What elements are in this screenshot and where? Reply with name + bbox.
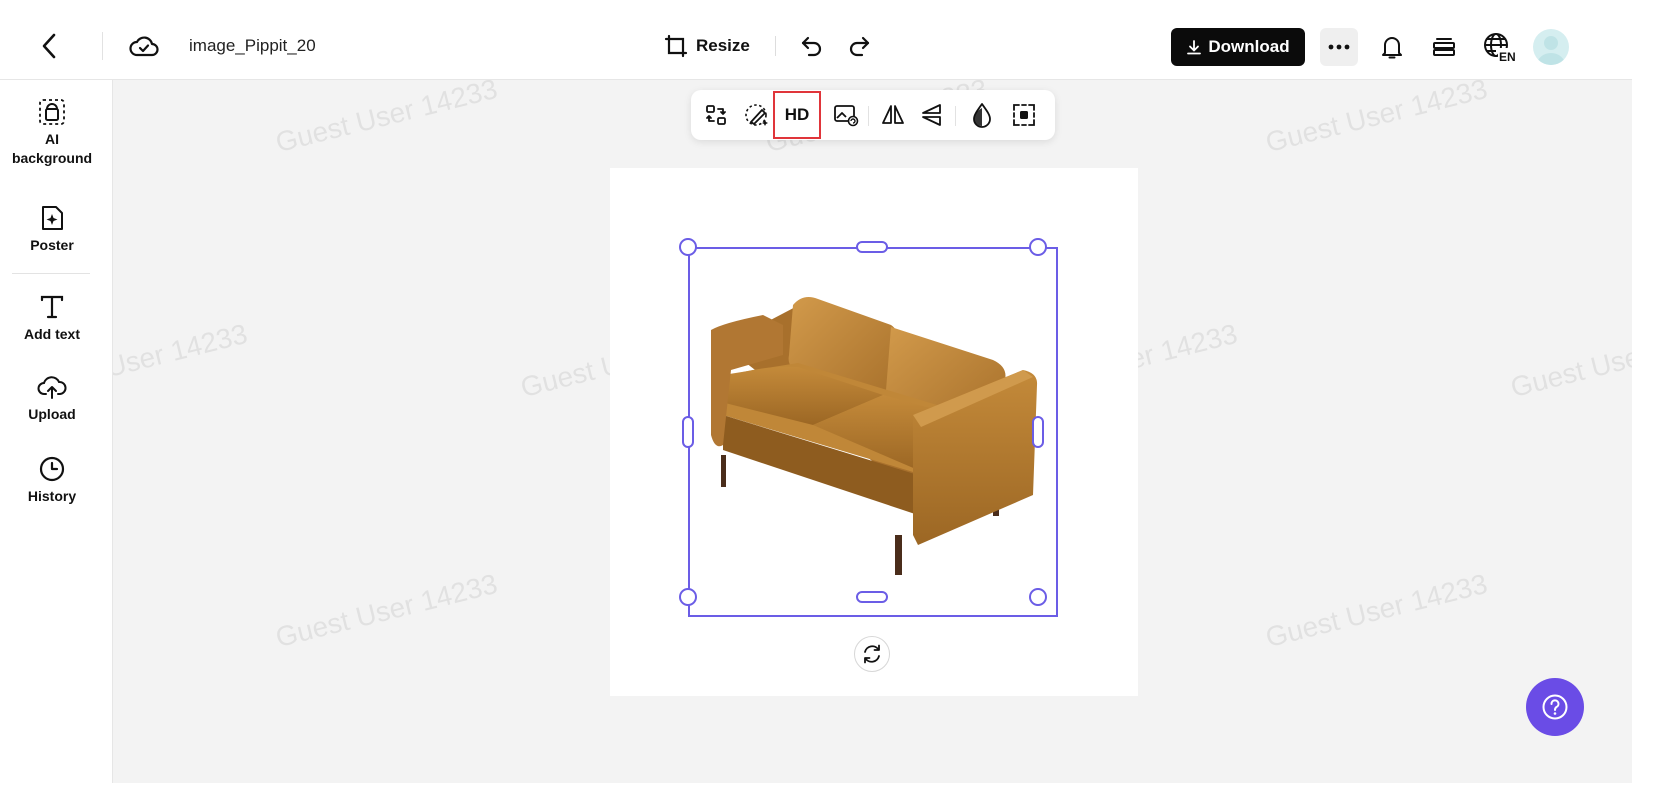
sidebar-item-label: AI background [11,131,93,166]
poster-icon [42,206,63,230]
flip-horizontal-button[interactable] [874,96,912,134]
back-button[interactable] [34,28,64,64]
retouch-icon [745,104,768,126]
chevron-left-icon [42,33,56,59]
resize-handle-top[interactable] [856,241,888,253]
bell-icon [1382,37,1402,59]
avatar[interactable] [1533,29,1569,65]
undo-icon [801,36,822,57]
toolbar-divider [955,106,956,126]
resize-button[interactable]: Resize [664,28,750,64]
globe-icon: EN [1484,33,1518,63]
layers-icon [1433,38,1455,56]
hd-upscale-button[interactable]: HD [773,91,821,139]
question-icon [1542,694,1568,720]
language-code: EN [1499,50,1516,63]
resize-icon [664,34,688,58]
sidebar: AI background Poster Add text Upload His… [0,80,113,783]
opacity-icon [973,103,991,128]
resize-handle-right[interactable] [1032,416,1044,448]
resize-handle-top-left[interactable] [679,238,697,256]
upload-cloud-icon [37,376,67,399]
clock-icon [39,456,65,482]
sidebar-item-label: Poster [30,237,74,253]
watermark: Guest User 14233 [1262,80,1491,159]
crop-button[interactable] [1005,96,1043,134]
top-bar: image_Pippit_20 Resize Download EN [0,0,1632,80]
sidebar-item-ai-background[interactable]: AI background [0,98,104,168]
rotate-icon [864,644,880,664]
more-options-button[interactable] [1320,28,1358,66]
retouch-button[interactable] [738,96,776,134]
sidebar-item-history[interactable]: History [0,455,104,506]
redo-button[interactable] [842,28,876,64]
sidebar-item-label: History [27,488,77,504]
cloud-save-button[interactable] [126,28,162,64]
divider [775,36,776,56]
notifications-button[interactable] [1374,28,1410,66]
watermark: Guest User 14233 [272,567,501,654]
sidebar-item-poster[interactable]: Poster [0,204,104,255]
resize-handle-bottom-right[interactable] [1029,588,1047,606]
watermark: Guest User 14233 [1507,318,1632,404]
divider [102,32,103,60]
watermark: Guest User 14233 [272,80,501,159]
replace-button[interactable] [697,96,735,134]
cloud-check-icon [129,36,159,57]
flip-vertical-button[interactable] [913,96,951,134]
selection-box[interactable] [688,247,1058,617]
resize-handle-bottom[interactable] [856,591,888,603]
sidebar-item-upload[interactable]: Upload [0,373,104,424]
resize-handle-top-right[interactable] [1029,238,1047,256]
flip-vertical-icon [922,104,941,126]
watermark: Guest User 14233 [113,317,251,403]
opacity-button[interactable] [963,96,1001,134]
layers-button[interactable] [1426,28,1462,66]
language-button[interactable]: EN [1480,28,1520,66]
ai-background-icon [39,99,65,125]
resize-handle-left[interactable] [682,416,694,448]
sidebar-item-label: Add text [24,326,80,342]
canvas-area[interactable]: Guest User 14233 Guest User 14233 Guest … [113,80,1632,783]
text-icon [40,295,64,319]
download-label: Download [1208,37,1290,56]
sidebar-item-add-text[interactable]: Add text [0,293,104,344]
sidebar-item-label: Upload [28,406,76,422]
redo-icon [849,36,870,57]
undo-button[interactable] [795,28,829,64]
crop-icon [1013,104,1035,126]
sidebar-divider [12,273,90,274]
flip-horizontal-icon [882,105,904,124]
help-button[interactable] [1526,678,1584,736]
replace-icon [706,105,726,125]
user-avatar-icon [1537,36,1565,65]
download-icon [1187,40,1202,55]
resize-handle-bottom-left[interactable] [679,588,697,606]
file-name[interactable]: image_Pippit_20 [189,36,316,56]
download-button[interactable]: Download [1171,28,1305,66]
rotate-button[interactable] [854,636,890,672]
image-toolbar: HD [691,90,1055,140]
resize-label: Resize [696,36,750,55]
watermark: Guest User 14233 [1262,567,1491,654]
toolbar-divider [868,106,869,126]
image-edit-icon [834,105,859,127]
image-edit-button[interactable] [827,96,865,134]
more-horizontal-icon [1328,44,1350,50]
